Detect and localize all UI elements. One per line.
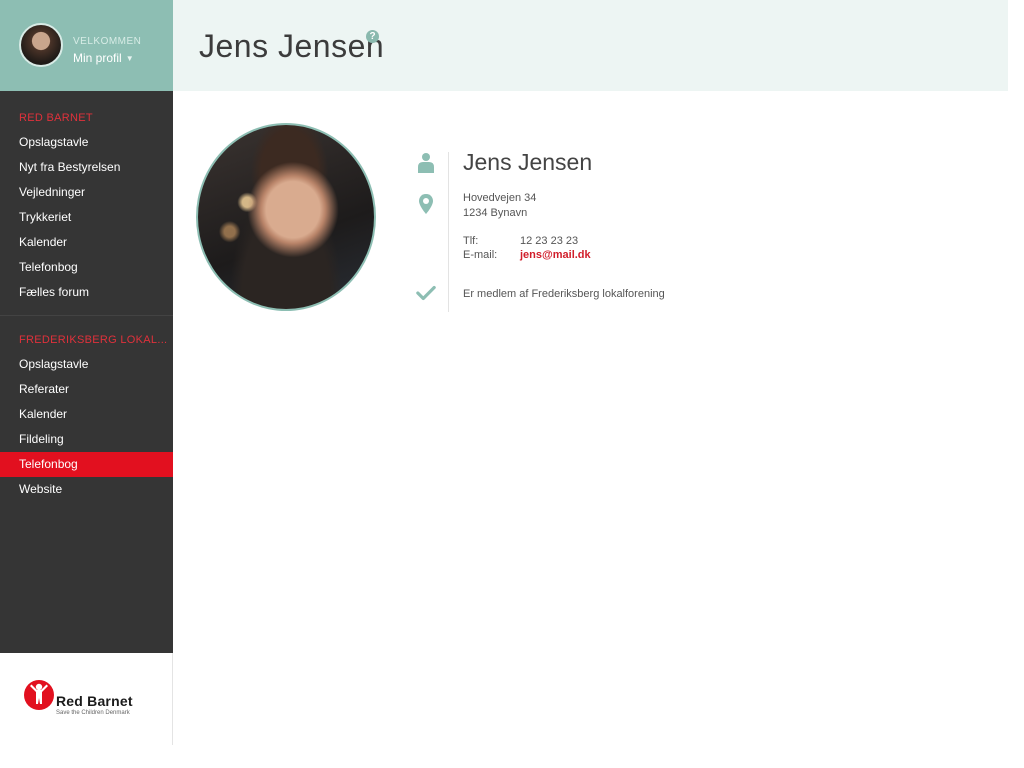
phone-label: Tlf:	[463, 235, 479, 247]
brand-tagline: Save the Children Denmark	[56, 710, 130, 716]
sidebar-item-telefonbog[interactable]: Telefonbog	[0, 255, 173, 280]
person-icon	[418, 153, 434, 173]
nav-divider	[0, 315, 173, 316]
email-label: E-mail:	[463, 249, 498, 261]
nav-group-red-barnet: RED BARNET Opslagstavle Nyt fra Bestyrel…	[0, 112, 173, 305]
profile-photo	[196, 123, 376, 311]
sidebar-item-vejledninger[interactable]: Vejledninger	[0, 180, 173, 205]
profile-name: Jens Jensen	[463, 149, 593, 175]
red-barnet-logo-icon	[24, 680, 54, 710]
sidebar: VELKOMMEN Min profil ▼ RED BARNET Opslags…	[0, 0, 173, 745]
sidebar-item-kalender[interactable]: Kalender	[0, 402, 173, 427]
sidebar-item-opslagstavle[interactable]: Opslagstavle	[0, 130, 173, 155]
page-header: Jens Jensen ?	[173, 0, 1008, 91]
brand-name: Red Barnet	[56, 693, 133, 709]
nav-group-frederiksberg: FREDERIKSBERG LOKAL... Opslagstavle Refe…	[0, 334, 173, 502]
sidebar-item-trykkeriet[interactable]: Trykkeriet	[0, 205, 173, 230]
address-line-2: 1234 Bynavn	[463, 207, 528, 219]
sidebar-item-telefonbog-active[interactable]: Telefonbog	[0, 452, 173, 477]
sidebar-item-website[interactable]: Website	[0, 477, 173, 502]
sidebar-item-kalender[interactable]: Kalender	[0, 230, 173, 255]
check-icon	[416, 285, 436, 301]
page-title: Jens Jensen	[199, 28, 385, 64]
sidebar-item-referater[interactable]: Referater	[0, 377, 173, 402]
avatar[interactable]	[19, 23, 63, 67]
brand-logo-area: Red Barnet Save the Children Denmark	[0, 653, 173, 745]
nav-group-title: FREDERIKSBERG LOKAL...	[19, 334, 168, 346]
profile-header: VELKOMMEN Min profil ▼	[0, 0, 173, 91]
membership-text: Er medlem af Frederiksberg lokalforening	[463, 288, 665, 300]
sidebar-item-fildeling[interactable]: Fildeling	[0, 427, 173, 452]
address-line-1: Hovedvejen 34	[463, 192, 537, 204]
divider-line	[448, 152, 449, 312]
map-pin-icon	[419, 194, 433, 214]
my-profile-label: Min profil	[73, 51, 122, 65]
nav-group-title: RED BARNET	[19, 112, 93, 124]
sidebar-item-faelles-forum[interactable]: Fælles forum	[0, 280, 173, 305]
sidebar-item-nyt-fra-bestyrelsen[interactable]: Nyt fra Bestyrelsen	[0, 155, 173, 180]
sidebar-item-opslagstavle[interactable]: Opslagstavle	[0, 352, 173, 377]
chevron-down-icon: ▼	[125, 54, 134, 63]
my-profile-menu[interactable]: Min profil ▼	[73, 51, 134, 65]
phone-value: 12 23 23 23	[520, 235, 579, 247]
welcome-label: VELKOMMEN	[73, 36, 142, 47]
email-link[interactable]: jens@mail.dk	[520, 249, 591, 261]
question-circle-icon[interactable]: ?	[366, 30, 379, 43]
